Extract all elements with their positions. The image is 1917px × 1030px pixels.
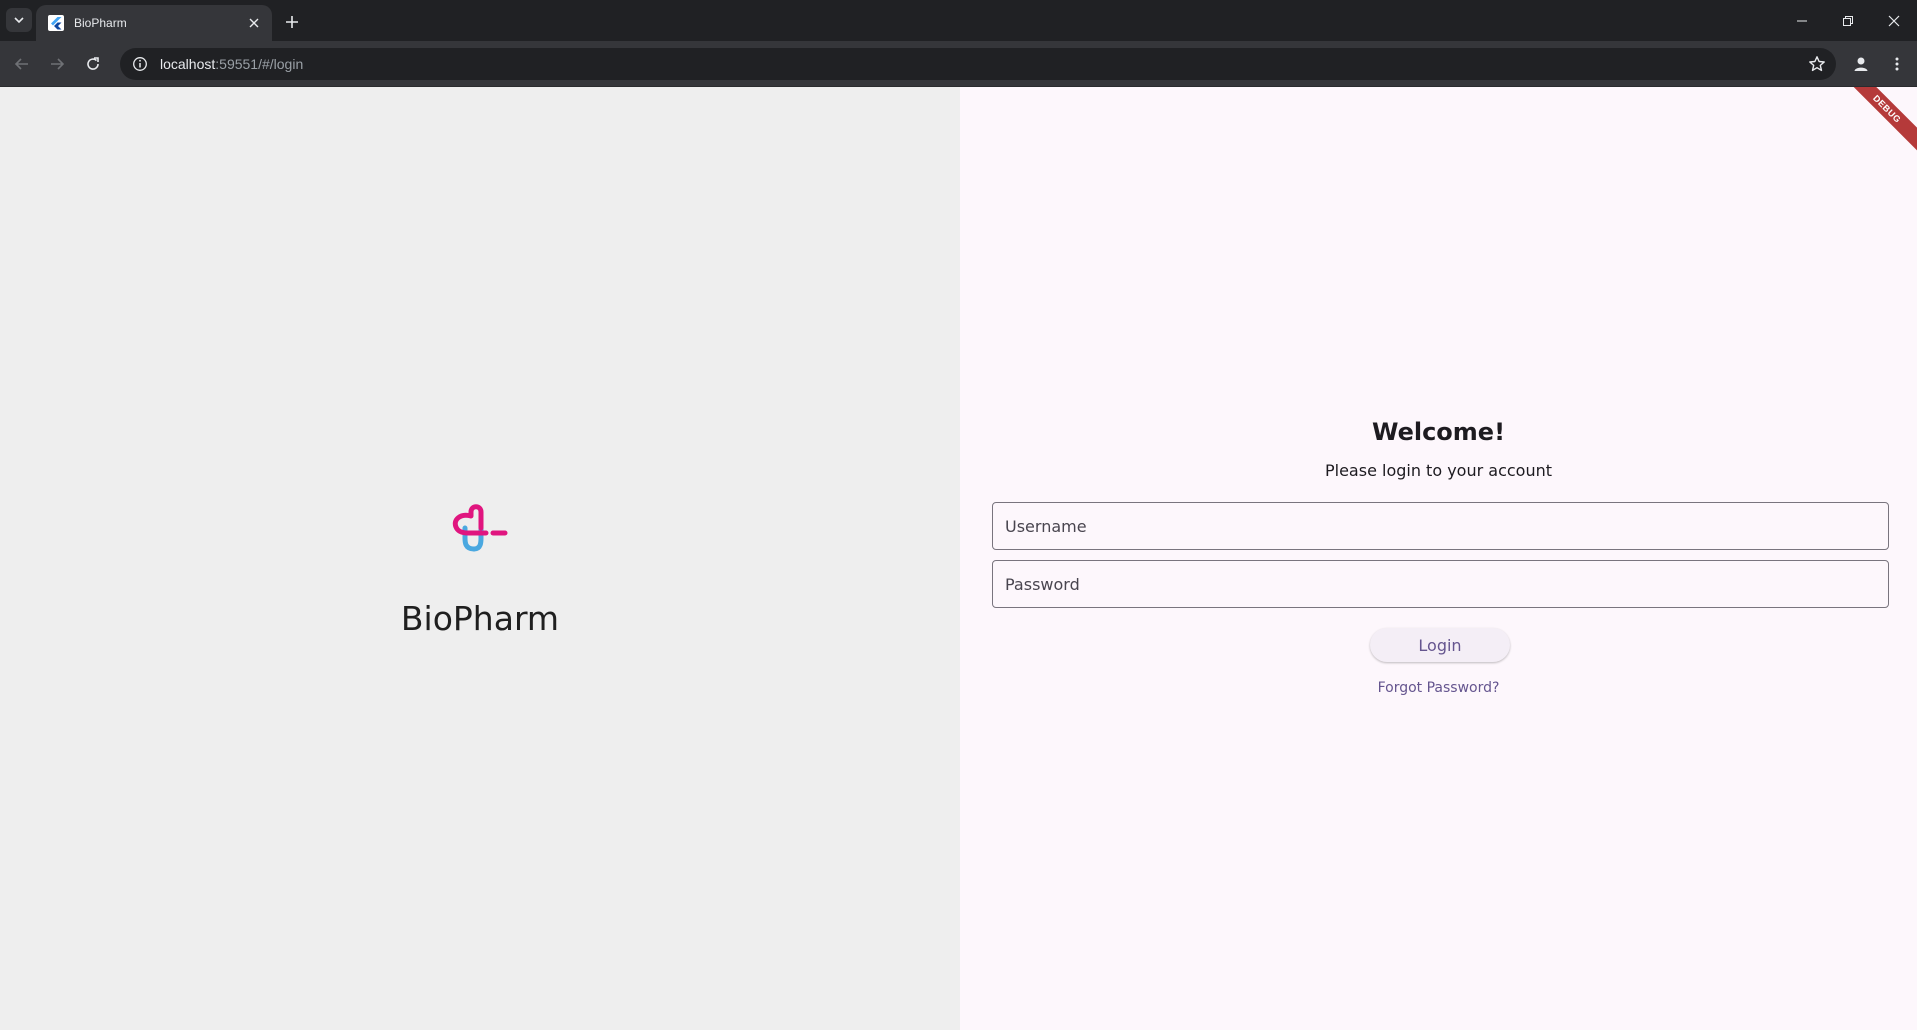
page-viewport: BioPharm Welcome! Please login to your a…: [0, 87, 1917, 1030]
star-icon[interactable]: [1808, 55, 1826, 73]
flutter-icon: [48, 15, 64, 31]
restore-icon: [1843, 15, 1853, 26]
debug-banner-label: DEBUG: [1847, 87, 1917, 157]
reload-icon: [87, 57, 99, 70]
person-icon: [1854, 57, 1868, 71]
forward-button[interactable]: [43, 50, 71, 78]
browser-tab[interactable]: BioPharm: [36, 5, 272, 41]
chevron-down-icon: [14, 17, 24, 24]
close-window-button[interactable]: [1871, 0, 1917, 41]
arrow-left-icon: [14, 58, 28, 70]
biopharm-logo-icon: [452, 504, 508, 552]
forgot-password-text[interactable]: Forgot Password?: [1378, 680, 1500, 696]
url-text: localhost:59551/#/login: [160, 56, 303, 72]
close-icon: [1888, 15, 1900, 26]
login-subtitle: Please login to your account: [1324, 461, 1553, 480]
password-input[interactable]: [992, 560, 1889, 608]
tab-title: BioPharm: [74, 16, 127, 30]
address-bar[interactable]: localhost:59551/#/login: [120, 48, 1836, 80]
login-panel: Welcome! Please login to your account Lo…: [960, 87, 1917, 1030]
browser-menu-button[interactable]: [1883, 50, 1911, 78]
close-icon[interactable]: [246, 15, 262, 31]
restore-button[interactable]: [1825, 0, 1871, 41]
username-input[interactable]: [992, 502, 1889, 550]
browser-toolbar: localhost:59551/#/login: [0, 41, 1917, 87]
brand-name: BioPharm: [400, 599, 560, 638]
debug-banner: DEBUG: [1847, 87, 1917, 157]
minimize-icon: [1797, 20, 1807, 21]
reload-button[interactable]: [79, 50, 107, 78]
url-host: localhost: [160, 56, 216, 72]
login-button[interactable]: Login: [1370, 628, 1510, 662]
window-controls: [1779, 0, 1917, 41]
url-path: :59551/#/login: [215, 56, 304, 72]
welcome-heading: Welcome!: [1371, 418, 1506, 446]
browser-tab-strip: BioPharm: [0, 0, 1917, 41]
minimize-button[interactable]: [1779, 0, 1825, 41]
tab-search-button[interactable]: [6, 8, 32, 32]
info-icon[interactable]: [132, 56, 148, 72]
back-button[interactable]: [8, 50, 36, 78]
new-tab-button[interactable]: [280, 10, 304, 34]
branding-panel: BioPharm: [0, 87, 960, 1030]
arrow-right-icon: [51, 58, 65, 70]
profile-button[interactable]: [1847, 50, 1875, 78]
forgot-password-link: Forgot Password?: [960, 680, 1917, 696]
kebab-menu-icon: [1895, 57, 1899, 71]
plus-icon: [286, 16, 298, 28]
